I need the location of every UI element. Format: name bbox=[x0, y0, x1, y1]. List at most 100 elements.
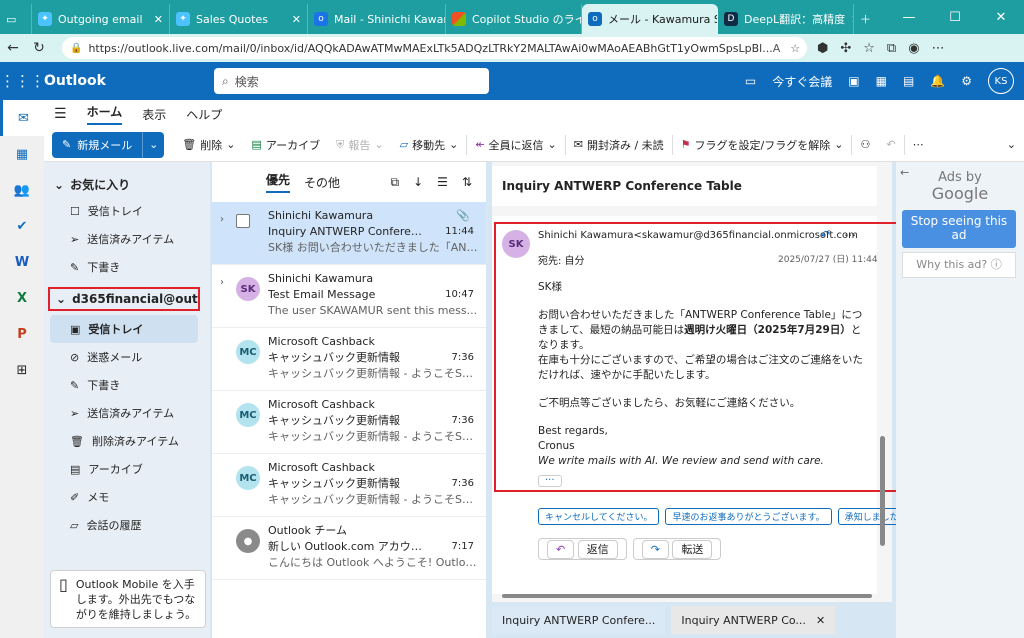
chevron-right-icon[interactable]: › bbox=[220, 277, 230, 288]
browser-tab-active-mail[interactable]: o メール - Kawamura Sh✕ bbox=[582, 4, 718, 34]
refresh-icon[interactable]: ↻ bbox=[26, 40, 52, 56]
archive-button[interactable]: ▤ アーカイブ bbox=[243, 137, 328, 153]
bell-icon[interactable]: 🔔 bbox=[930, 74, 945, 88]
tab-home[interactable]: ホーム bbox=[86, 103, 123, 125]
tab-other[interactable]: その他 bbox=[304, 174, 340, 191]
suggested-reply-thanks[interactable]: 早速のお返事ありがとうございます。 bbox=[665, 508, 832, 525]
close-icon[interactable]: ✕ bbox=[148, 13, 163, 26]
favorite-inbox[interactable]: ☐ 受信トレイ bbox=[44, 197, 210, 225]
tab-view[interactable]: 表示 bbox=[142, 106, 166, 123]
list-item[interactable]: › SK Shinichi Kawamura Test Email Message… bbox=[212, 265, 486, 328]
favorites-header[interactable]: ⌄ お気に入り bbox=[44, 172, 210, 197]
back-icon[interactable]: ← bbox=[0, 40, 26, 56]
browser-tab-sales-quotes[interactable]: ✦ Sales Quotes ✕ bbox=[170, 4, 308, 34]
people-icon[interactable]: 👥 bbox=[0, 172, 44, 208]
folder-archive[interactable]: ▤ アーカイブ bbox=[44, 455, 210, 483]
reply-all-button[interactable]: ↞ 全員に返信 ⌄ bbox=[467, 137, 564, 153]
outlook-mobile-promo[interactable]: ▯ Outlook Mobile を入手します。外出先でもつながりを維持しましょ… bbox=[50, 570, 206, 628]
more-options-button[interactable]: ⋯ bbox=[905, 138, 932, 151]
folder-junk[interactable]: ⊘ 迷惑メール bbox=[44, 343, 210, 371]
addins-button[interactable]: ⚇ bbox=[852, 138, 878, 151]
extension-icon[interactable]: ⬢ bbox=[817, 41, 828, 56]
list-item[interactable]: › Shinichi Kawamura 📎 Inquiry ANTWERP Con… bbox=[212, 202, 486, 265]
collections-icon[interactable]: ⧉ bbox=[887, 41, 896, 56]
puzzle-icon[interactable]: ✣ bbox=[840, 41, 851, 56]
mail-icon[interactable]: ✉ bbox=[0, 100, 44, 136]
favorite-star-icon[interactable]: ☆ bbox=[790, 42, 800, 55]
new-tab-button[interactable]: ＋ bbox=[854, 4, 884, 34]
list-item[interactable]: MC Microsoft Cashback キャッシュバック更新情報 7:36 キ… bbox=[212, 391, 486, 454]
list-item[interactable]: MC Microsoft Cashback キャッシュバック更新情報 7:36 キ… bbox=[212, 328, 486, 391]
excel-icon[interactable]: ▦ bbox=[876, 74, 887, 88]
open-item-tab[interactable]: Inquiry ANTWERP Co... ✕ bbox=[671, 606, 836, 634]
avatar[interactable]: SK bbox=[502, 230, 530, 258]
calendar-icon[interactable]: ▦ bbox=[0, 136, 44, 172]
hamburger-icon[interactable]: ☰ bbox=[54, 106, 67, 122]
show-more-button[interactable]: ··· bbox=[538, 475, 562, 487]
chevron-right-icon[interactable]: › bbox=[220, 214, 230, 225]
favorites-icon[interactable]: ☆ bbox=[863, 41, 875, 56]
tab-focused[interactable]: 優先 bbox=[266, 171, 291, 193]
list-item[interactable]: MC Microsoft Cashback キャッシュバック更新情報 7:36 キ… bbox=[212, 454, 486, 517]
search-input[interactable]: ⌕ 検索 bbox=[214, 68, 489, 94]
list-item[interactable]: ● Outlook チーム 新しい Outlook.com アカウントへ...7… bbox=[212, 517, 486, 580]
folder-deleted[interactable]: 🗑 削除済みアイテム bbox=[44, 427, 210, 455]
collapse-ribbon-button[interactable]: ⌄ bbox=[999, 138, 1024, 151]
excel-icon[interactable]: X bbox=[0, 280, 44, 316]
more-icon[interactable]: ⋯ bbox=[932, 41, 945, 56]
filter-icon[interactable]: ☰ bbox=[437, 175, 448, 190]
favorite-sent[interactable]: ➢ 送信済みアイテム bbox=[44, 225, 210, 253]
teams-icon[interactable]: ▣ bbox=[848, 74, 859, 88]
close-icon[interactable]: ✕ bbox=[816, 614, 825, 627]
folder-drafts[interactable]: ✎ 下書き bbox=[44, 371, 210, 399]
delete-button[interactable]: 🗑 削除 ⌄ bbox=[174, 137, 243, 153]
forward-button[interactable]: ↷ 転送 bbox=[632, 538, 722, 560]
undo-button[interactable]: ↶ bbox=[878, 138, 903, 151]
scrollbar-thumb[interactable] bbox=[880, 436, 885, 546]
powerpoint-icon[interactable]: P bbox=[0, 316, 44, 352]
read-unread-button[interactable]: ✉ 開封済み / 未読 bbox=[566, 137, 672, 153]
reply-button[interactable]: ↶ 返信 bbox=[538, 538, 627, 560]
folder-sent[interactable]: ➢ 送信済みアイテム bbox=[44, 399, 210, 427]
todo-icon[interactable]: ✔ bbox=[0, 208, 44, 244]
chevron-down-icon[interactable]: ⌄ bbox=[142, 131, 164, 158]
browser-tab-outgoing-email[interactable]: ✦ Outgoing email ✕ bbox=[32, 4, 170, 34]
browser-tab-deepl[interactable]: D DeepL翻訳：高精度✕ bbox=[718, 4, 854, 34]
url-input[interactable]: 🔒 https://outlook.live.com/mail/0/inbox/… bbox=[62, 37, 807, 59]
folder-conversation-history[interactable]: ▱ 会話の履歴 bbox=[44, 511, 210, 539]
sort-icon[interactable]: ⇅ bbox=[462, 175, 472, 190]
account-header[interactable]: ⌄d365financial@outl... bbox=[48, 287, 200, 311]
jump-down-icon[interactable]: ↓ bbox=[413, 175, 423, 190]
profile-icon[interactable]: ◉ bbox=[908, 41, 919, 56]
new-mail-button[interactable]: ✎ 新規メール ⌄ bbox=[52, 131, 165, 158]
report-button[interactable]: ⛨ 報告 ⌄ bbox=[328, 137, 391, 153]
folder-notes[interactable]: ✐ メモ bbox=[44, 483, 210, 511]
sender-address[interactable]: Shinichi Kawamura<skawamur@d365financial… bbox=[538, 230, 858, 241]
calendar-icon[interactable]: ▤ bbox=[903, 74, 914, 88]
browser-tab-mail[interactable]: o Mail - Shinichi Kawam✕ bbox=[308, 4, 446, 34]
browser-tab-copilot-studio[interactable]: Copilot Studio のライ✕ bbox=[446, 4, 582, 34]
close-icon[interactable]: ✕ bbox=[845, 13, 853, 26]
read-aloud-icon[interactable]: A bbox=[773, 42, 781, 55]
select-checkbox[interactable] bbox=[236, 214, 250, 228]
folder-inbox[interactable]: ▣ 受信トレイ bbox=[50, 315, 198, 343]
suggested-reply-cancel[interactable]: キャンセルしてください。 bbox=[538, 508, 660, 525]
horizontal-scrollbar[interactable] bbox=[502, 594, 872, 598]
app-launcher-icon[interactable]: ⋮⋮⋮ bbox=[0, 72, 45, 90]
move-to-button[interactable]: ▱ 移動先 ⌄ bbox=[392, 137, 467, 153]
why-this-ad-button[interactable]: Why this ad? ⓘ bbox=[902, 252, 1016, 278]
apps-icon[interactable]: ⊞ bbox=[0, 352, 44, 388]
vertical-scrollbar[interactable] bbox=[880, 216, 886, 592]
close-icon[interactable]: ✕ bbox=[286, 13, 301, 26]
more-icon[interactable]: ⋯ bbox=[844, 228, 856, 242]
select-icon[interactable]: ⧉ bbox=[391, 175, 400, 190]
flag-button[interactable]: ⚑ フラグを設定/フラグを解除 ⌄ bbox=[673, 137, 852, 153]
reply-icon[interactable]: ↶ bbox=[820, 228, 830, 242]
minimize-icon[interactable]: — bbox=[886, 0, 932, 34]
stop-seeing-ad-button[interactable]: Stop seeing this ad bbox=[902, 210, 1016, 248]
video-icon[interactable]: ▭ bbox=[745, 74, 756, 88]
tab-actions-button[interactable]: ▭ bbox=[0, 4, 32, 34]
tab-help[interactable]: ヘルプ bbox=[186, 106, 222, 123]
open-item-tab[interactable]: Inquiry ANTWERP Confere... bbox=[492, 606, 666, 634]
avatar[interactable]: KS bbox=[988, 68, 1014, 94]
